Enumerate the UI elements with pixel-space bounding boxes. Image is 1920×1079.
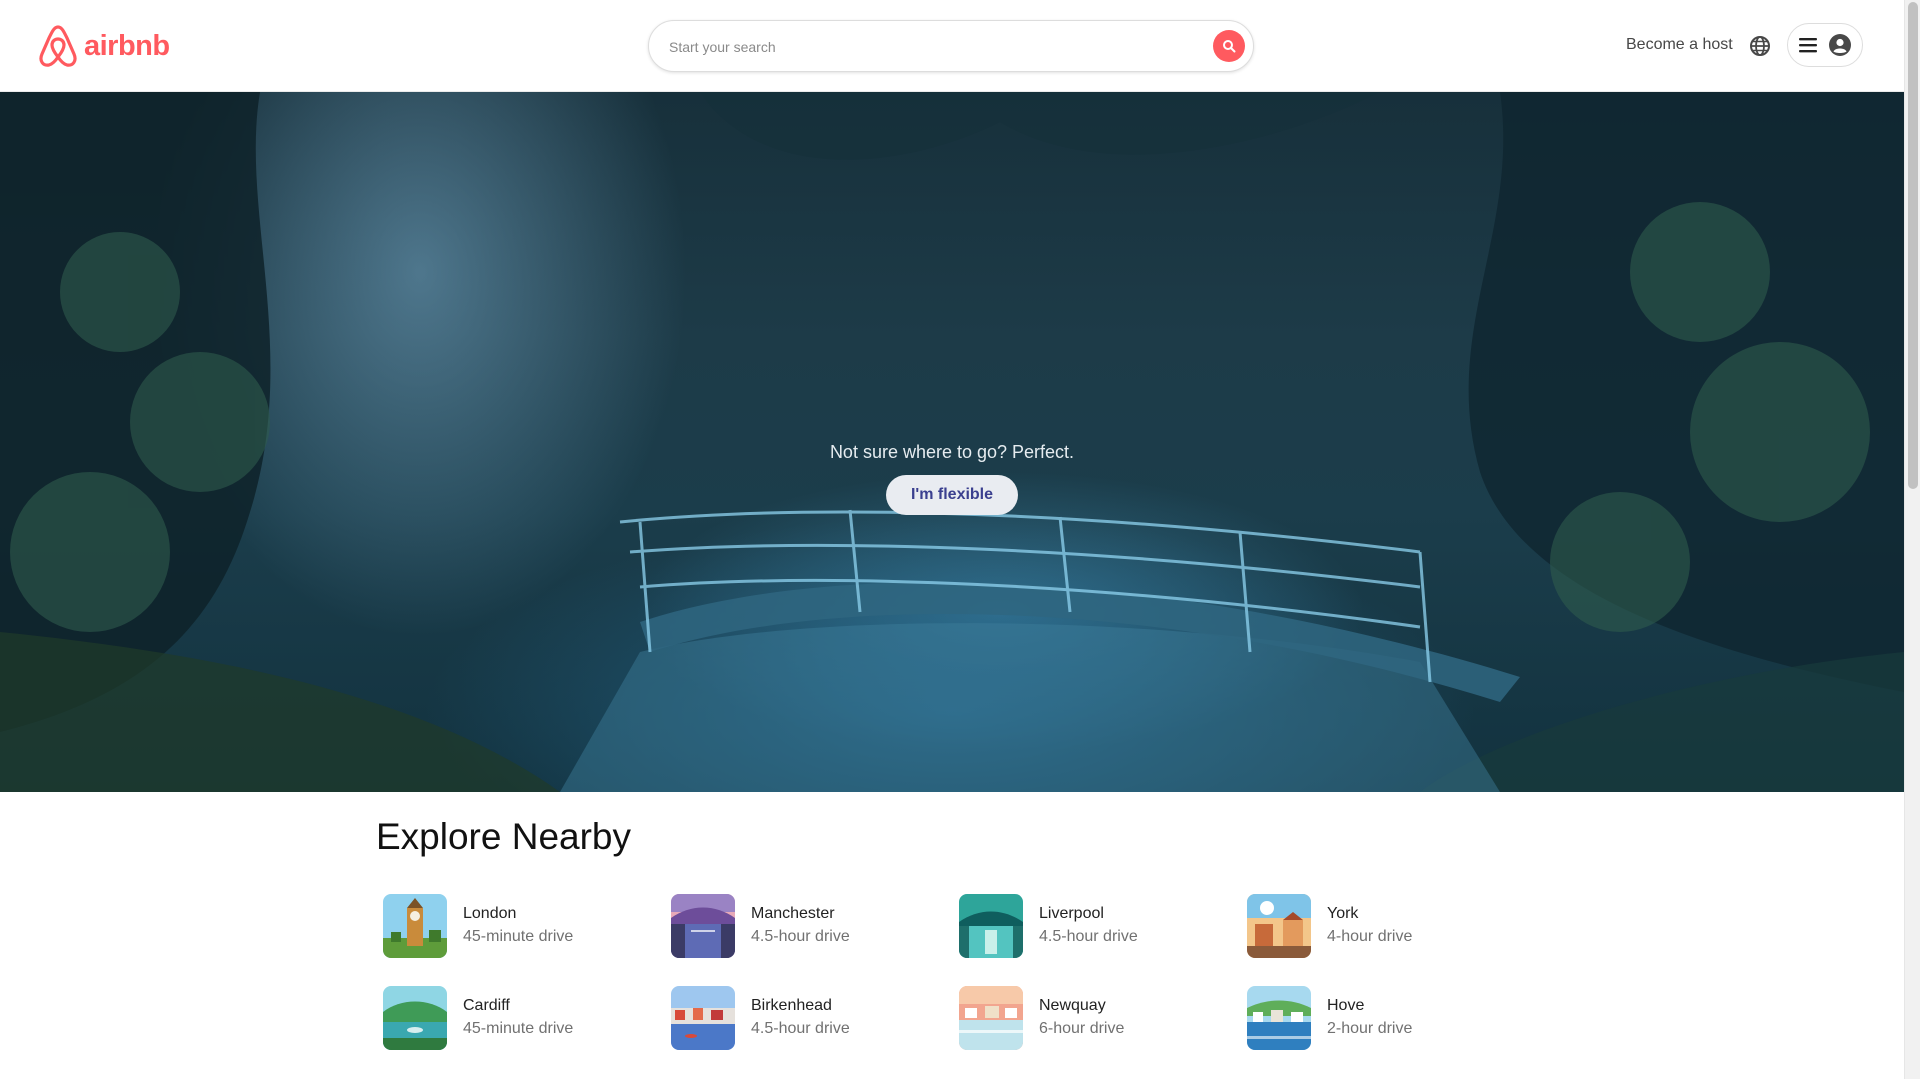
user-menu-button[interactable] — [1787, 23, 1863, 67]
destination-card[interactable]: London 45-minute drive — [383, 894, 671, 958]
hero-tagline: Not sure where to go? Perfect. — [829, 442, 1075, 462]
birkenhead-thumbnail — [671, 986, 735, 1050]
destination-info: Cardiff 45-minute drive — [463, 995, 573, 1041]
destination-drive-time: 6-hour drive — [1039, 1020, 1125, 1037]
destination-city: Newquay — [1039, 997, 1106, 1014]
destination-info: Birkenhead 4.5-hour drive — [751, 995, 850, 1041]
destination-card[interactable]: York 4-hour drive — [1247, 894, 1535, 958]
destination-info: Newquay 6-hour drive — [1039, 995, 1124, 1041]
hero-banner: Not sure where to go? Perfect. I'm flexi… — [0, 92, 1904, 792]
york-thumbnail — [1247, 894, 1311, 958]
destination-city: Birkenhead — [751, 997, 832, 1014]
destination-info: York 4-hour drive — [1327, 903, 1412, 949]
airbnb-logo-icon — [39, 25, 77, 67]
globe-icon[interactable] — [1748, 34, 1772, 58]
destination-card[interactable]: Birkenhead 4.5-hour drive — [671, 986, 959, 1050]
liverpool-thumbnail — [959, 894, 1023, 958]
destination-card[interactable]: Manchester 4.5-hour drive — [671, 894, 959, 958]
hove-thumbnail — [1247, 986, 1311, 1050]
page-scrollbar[interactable] — [1904, 0, 1920, 1079]
menu-icon — [1799, 38, 1817, 53]
destination-info: Manchester 4.5-hour drive — [751, 903, 850, 949]
logo-text: airbnb — [84, 29, 170, 62]
search-icon — [1223, 40, 1236, 53]
london-thumbnail — [383, 894, 447, 958]
explore-nearby-grid: London 45-minute drive Manchester 4.5-ho… — [383, 894, 1463, 1050]
destination-card[interactable]: Cardiff 45-minute drive — [383, 986, 671, 1050]
destination-drive-time: 45-minute drive — [463, 1020, 574, 1037]
destination-city: Hove — [1327, 997, 1365, 1014]
newquay-thumbnail — [959, 986, 1023, 1050]
destination-drive-time: 4.5-hour drive — [751, 928, 850, 945]
destination-info: Liverpool 4.5-hour drive — [1039, 903, 1138, 949]
cardiff-thumbnail — [383, 986, 447, 1050]
destination-city: Cardiff — [463, 997, 510, 1014]
airbnb-logo[interactable]: airbnb — [38, 24, 170, 68]
destination-info: London 45-minute drive — [463, 903, 573, 949]
destination-drive-time: 45-minute drive — [463, 928, 574, 945]
scrollbar-thumb[interactable] — [1908, 2, 1918, 489]
explore-nearby-title: Explore Nearby — [376, 816, 632, 857]
destination-drive-time: 4-hour drive — [1327, 928, 1413, 945]
destination-info: Hove 2-hour drive — [1327, 995, 1412, 1041]
become-host-link[interactable]: Become a host — [1626, 36, 1733, 54]
search-input[interactable] — [669, 33, 1189, 61]
destination-city: Manchester — [751, 905, 835, 922]
destination-card[interactable]: Newquay 6-hour drive — [959, 986, 1247, 1050]
destination-drive-time: 2-hour drive — [1327, 1020, 1413, 1037]
destination-city: London — [463, 905, 517, 922]
destination-city: Liverpool — [1039, 905, 1104, 922]
top-navbar: airbnb Become a host — [0, 0, 1904, 92]
im-flexible-button[interactable]: I'm flexible — [886, 475, 1018, 515]
search-button[interactable] — [1213, 30, 1245, 62]
manchester-thumbnail — [671, 894, 735, 958]
hero-content: Not sure where to go? Perfect. I'm flexi… — [0, 442, 1904, 515]
user-icon — [1829, 34, 1851, 56]
destination-card[interactable]: Hove 2-hour drive — [1247, 986, 1535, 1050]
destination-drive-time: 4.5-hour drive — [1039, 928, 1138, 945]
destination-card[interactable]: Liverpool 4.5-hour drive — [959, 894, 1247, 958]
destination-drive-time: 4.5-hour drive — [751, 1020, 850, 1037]
search-bar[interactable] — [648, 20, 1254, 72]
destination-city: York — [1327, 905, 1359, 922]
